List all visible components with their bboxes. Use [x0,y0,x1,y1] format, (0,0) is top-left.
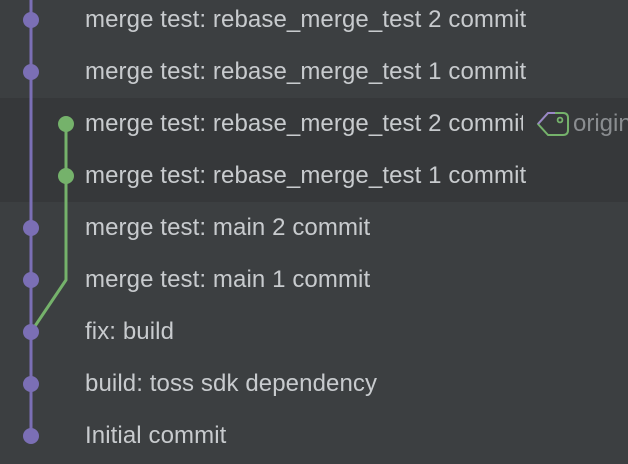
commit-row[interactable]: merge test: main 1 commit [0,254,628,306]
commit-subject: merge test: rebase_merge_test 1 commit [85,58,527,85]
commit-subject: merge test: main 2 commit [85,214,371,241]
commit-log: merge test: rebase_merge_test 2 commit m… [0,0,628,464]
commit-row[interactable]: merge test: rebase_merge_test 2 commit o… [0,98,628,150]
commit-row[interactable]: merge test: main 2 commit [0,202,628,254]
commit-subject: Initial commit [85,422,227,449]
commit-subject: merge test: rebase_merge_test 2 commit [85,110,523,137]
commit-subject: merge test: rebase_merge_test 1 commit [85,162,527,189]
commit-subject: fix: build [85,318,175,345]
commit-subject: merge test: main 1 commit [85,266,371,293]
ref-label: origin [573,110,628,137]
commit-subject: merge test: rebase_merge_test 2 commit [85,6,527,33]
commit-row[interactable]: merge test: rebase_merge_test 1 commit [0,150,628,202]
tag-icon [537,112,569,136]
commit-row[interactable]: merge test: rebase_merge_test 1 commit [0,46,628,98]
commit-row[interactable]: build: toss sdk dependency [0,358,628,410]
commit-row[interactable]: Initial commit [0,410,628,462]
commit-row[interactable]: merge test: rebase_merge_test 2 commit [0,0,628,46]
commit-row[interactable]: fix: build [0,306,628,358]
ref-badge[interactable]: origin [535,98,628,150]
commit-subject: build: toss sdk dependency [85,370,378,397]
